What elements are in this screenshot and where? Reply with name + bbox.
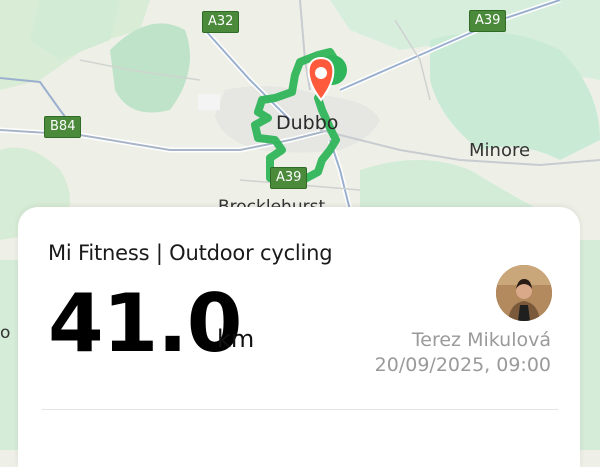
road-badge-b84: B84 <box>44 116 82 138</box>
activity-card[interactable]: Mi Fitness | Outdoor cycling 41.0 km Ter… <box>18 207 580 467</box>
divider <box>42 409 558 410</box>
place-label-left-edge: o <box>0 323 11 343</box>
road-badge-a39-south: A39 <box>270 167 308 189</box>
distance-value: 41.0 <box>48 277 242 370</box>
activity-timestamp: 20/09/2025, 09:00 <box>374 354 551 376</box>
place-label-minore: Minore <box>469 140 531 161</box>
activity-app-title: Mi Fitness | Outdoor cycling <box>48 241 333 265</box>
road-badge-a39-north: A39 <box>469 10 507 32</box>
road-badge-a32: A32 <box>202 11 240 33</box>
place-label-dubbo: Dubbo <box>276 112 339 134</box>
distance-unit: km <box>217 325 255 353</box>
avatar[interactable] <box>496 265 552 321</box>
user-name: Terez Mikulová <box>411 329 551 351</box>
avatar-image <box>496 265 552 321</box>
